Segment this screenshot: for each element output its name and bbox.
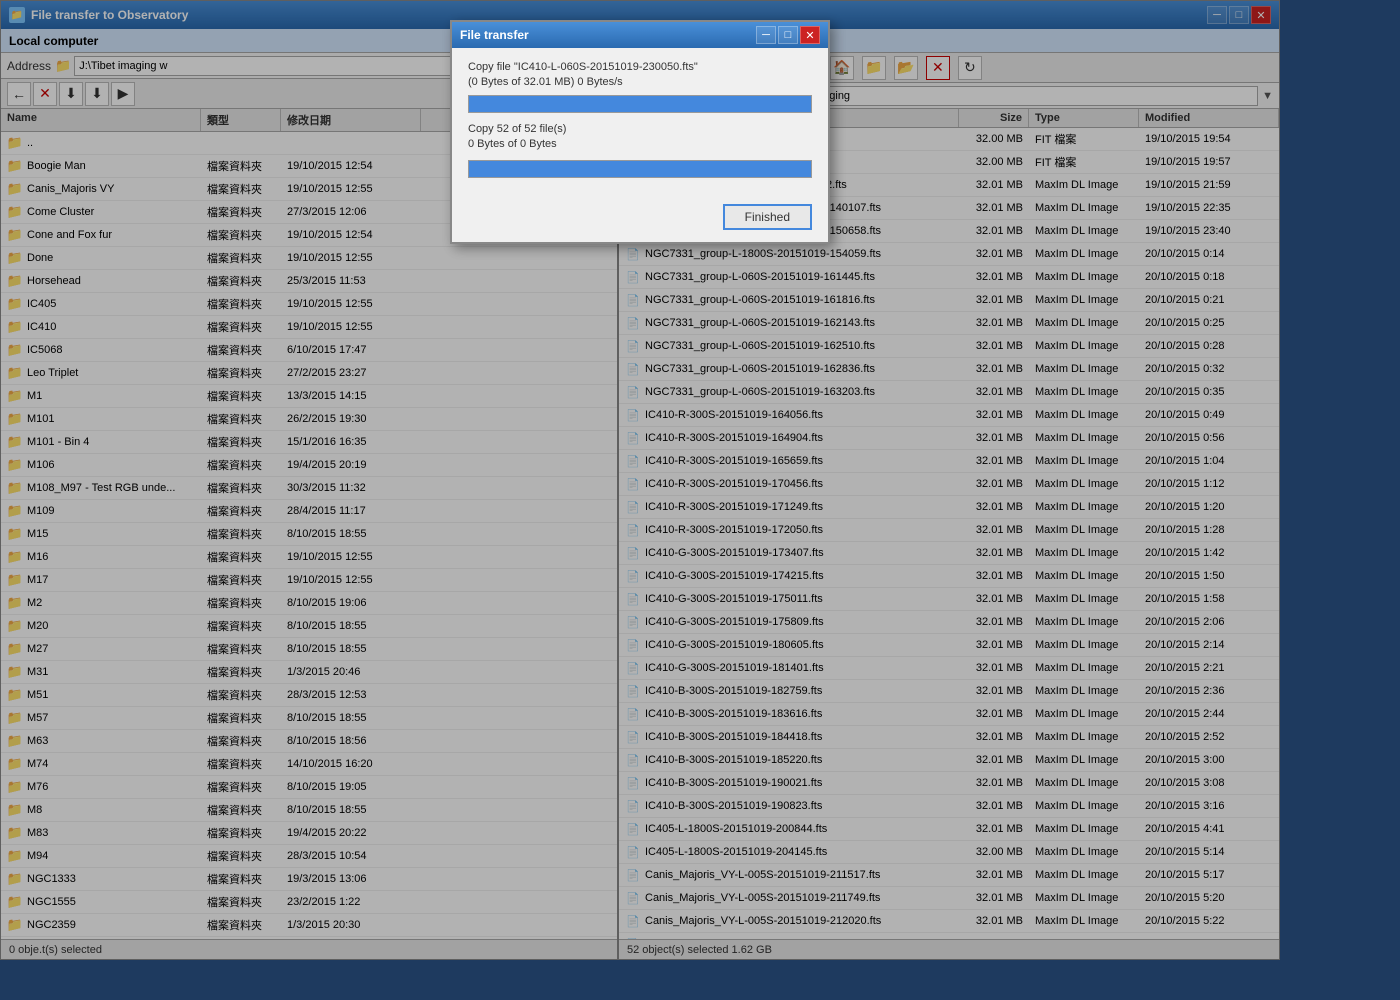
modal-bytes: 0 Bytes of 0 Bytes — [468, 138, 812, 150]
modal-minimize[interactable]: ─ — [756, 26, 776, 44]
modal-progress-bar-2-fill — [469, 161, 811, 177]
modal-overlay: File transfer ─ □ ✕ Copy file "IC410-L-0… — [0, 0, 1280, 960]
modal-progress-bar-1-fill — [469, 96, 811, 112]
modal-title-bar: File transfer ─ □ ✕ — [452, 22, 828, 48]
modal-count: Copy 52 of 52 file(s) — [468, 123, 812, 135]
modal-progress-bar-2 — [468, 160, 812, 178]
modal-title: File transfer — [460, 28, 529, 42]
modal-close[interactable]: ✕ — [800, 26, 820, 44]
modal-maximize[interactable]: □ — [778, 26, 798, 44]
file-transfer-modal: File transfer ─ □ ✕ Copy file "IC410-L-0… — [450, 20, 830, 244]
modal-filename: Copy file "IC410-L-060S-20151019-230050.… — [468, 60, 812, 91]
finished-button[interactable]: Finished — [723, 204, 812, 230]
modal-progress-bar-1 — [468, 95, 812, 113]
